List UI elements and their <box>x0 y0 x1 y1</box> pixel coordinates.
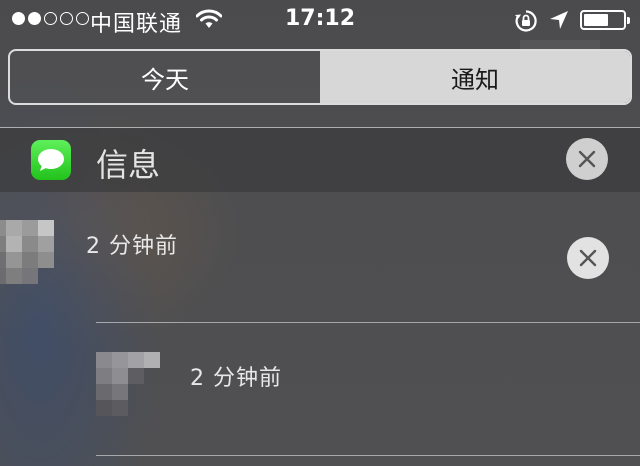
rotation-lock-icon <box>514 9 538 39</box>
battery-icon <box>580 10 630 30</box>
tab-notifications[interactable]: 通知 <box>320 51 630 103</box>
tab-today[interactable]: 今天 <box>10 51 320 103</box>
app-name: 信息 <box>96 146 161 184</box>
messages-icon <box>31 140 71 180</box>
notification-timestamp: 2 分钟前 <box>86 234 178 259</box>
today-notifications-segmented-control: 今天 通知 <box>8 49 632 105</box>
notification-divider <box>96 455 640 456</box>
location-arrow-icon <box>548 9 570 37</box>
sender-avatar <box>0 220 54 284</box>
status-bar: 中国联通 17:12 <box>0 0 640 40</box>
notification-divider <box>96 322 640 323</box>
notification-timestamp: 2 分钟前 <box>190 366 282 391</box>
clear-app-notifications-button[interactable] <box>566 138 608 180</box>
close-icon <box>579 249 597 267</box>
close-icon <box>578 150 596 168</box>
dismiss-notification-button[interactable] <box>567 237 609 279</box>
sender-avatar <box>96 352 160 416</box>
status-time: 17:12 <box>284 6 356 31</box>
app-group-header: 信息 <box>0 128 640 192</box>
